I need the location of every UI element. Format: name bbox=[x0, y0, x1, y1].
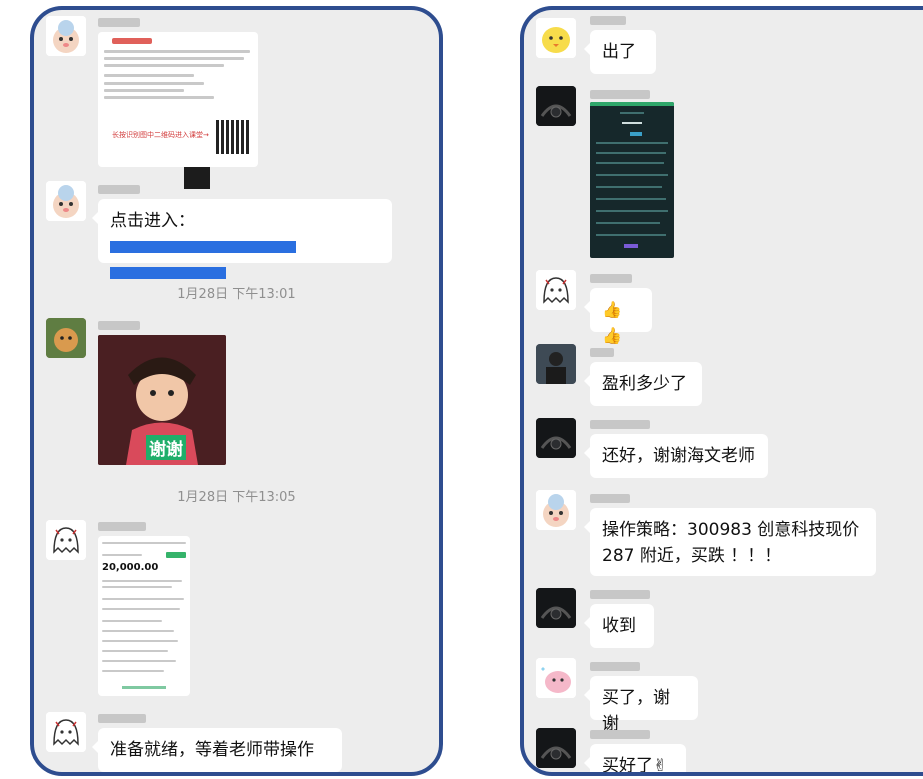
ghost-avatar[interactable] bbox=[46, 520, 86, 560]
cat-avatar[interactable] bbox=[46, 16, 86, 56]
pink-cat-avatar[interactable] bbox=[536, 658, 576, 698]
receipt-amount: 20,000.00 bbox=[102, 562, 159, 573]
sender-name-redacted bbox=[590, 494, 630, 503]
cat-avatar[interactable] bbox=[46, 181, 86, 221]
sender-name-redacted bbox=[590, 90, 650, 99]
sender-name-redacted bbox=[98, 522, 146, 531]
promo-image[interactable]: 长按识别图中二维码进入课堂→ bbox=[98, 32, 258, 167]
sender-name-redacted bbox=[590, 662, 640, 671]
sender-name-redacted bbox=[98, 321, 140, 330]
thank-you-sticker[interactable]: 谢谢 bbox=[98, 335, 226, 465]
cat-photo-avatar[interactable] bbox=[46, 318, 86, 358]
sticker-caption: 谢谢 bbox=[146, 435, 186, 460]
cat-avatar[interactable] bbox=[536, 490, 576, 530]
sender-name-redacted bbox=[590, 274, 632, 283]
timestamp: 1月28日 下午13:01 bbox=[177, 287, 296, 302]
sender-name-redacted bbox=[590, 730, 650, 739]
sender-name-redacted bbox=[590, 348, 614, 357]
chat-window-right: 出了 👍👍 盈利多少了 还好，谢谢海文老师 操作策略：300983 创意科技现价… bbox=[520, 6, 923, 776]
car-avatar[interactable] bbox=[536, 588, 576, 628]
car-avatar[interactable] bbox=[536, 728, 576, 768]
bought-thanks-message[interactable]: 买了，谢谢 bbox=[584, 676, 698, 734]
link-message[interactable]: 点击进入： bbox=[92, 199, 392, 279]
redaction-block bbox=[184, 167, 210, 189]
sender-name-redacted bbox=[590, 16, 626, 25]
trading-app-screenshot[interactable] bbox=[590, 102, 674, 258]
ghost-avatar[interactable] bbox=[536, 270, 576, 310]
sender-name-redacted bbox=[98, 714, 146, 723]
car-avatar[interactable] bbox=[536, 86, 576, 126]
ghost-avatar[interactable] bbox=[46, 712, 86, 752]
strategy-message[interactable]: 操作策略：300983 创意科技现价287 附近，买跌 ！！！ bbox=[584, 508, 876, 576]
thanks-message[interactable]: 还好，谢谢海文老师 bbox=[584, 434, 768, 478]
sender-name-redacted bbox=[98, 185, 140, 194]
ready-message[interactable]: 准备就绪，等着老师带操作 bbox=[92, 728, 342, 772]
profit-question-message[interactable]: 盈利多少了 bbox=[584, 362, 702, 406]
sender-name-redacted bbox=[590, 590, 650, 599]
bought-ok-message[interactable]: 买好了✌ bbox=[584, 744, 686, 772]
chick-avatar[interactable] bbox=[536, 18, 576, 58]
chat-window-left: 长按识别图中二维码进入课堂→ 点击进入： 1月28日 下午13:01 谢谢 1月… bbox=[30, 6, 443, 776]
thumbs-up-message[interactable]: 👍👍 bbox=[584, 288, 652, 345]
car-avatar[interactable] bbox=[536, 418, 576, 458]
sender-name-redacted bbox=[98, 18, 140, 27]
redacted-link[interactable] bbox=[110, 241, 296, 253]
link-prefix: 点击进入： bbox=[110, 211, 195, 231]
sender-name-redacted bbox=[590, 420, 650, 429]
qr-code[interactable] bbox=[216, 120, 250, 154]
redacted-link[interactable] bbox=[110, 267, 226, 279]
out-message[interactable]: 出了 bbox=[584, 30, 656, 74]
timestamp: 1月28日 下午13:05 bbox=[177, 490, 296, 505]
receipt-screenshot[interactable]: 20,000.00 bbox=[98, 536, 190, 696]
promo-footer-text: 长按识别图中二维码进入课堂→ bbox=[112, 131, 209, 139]
person-avatar[interactable] bbox=[536, 344, 576, 384]
received-message[interactable]: 收到 bbox=[584, 604, 654, 648]
